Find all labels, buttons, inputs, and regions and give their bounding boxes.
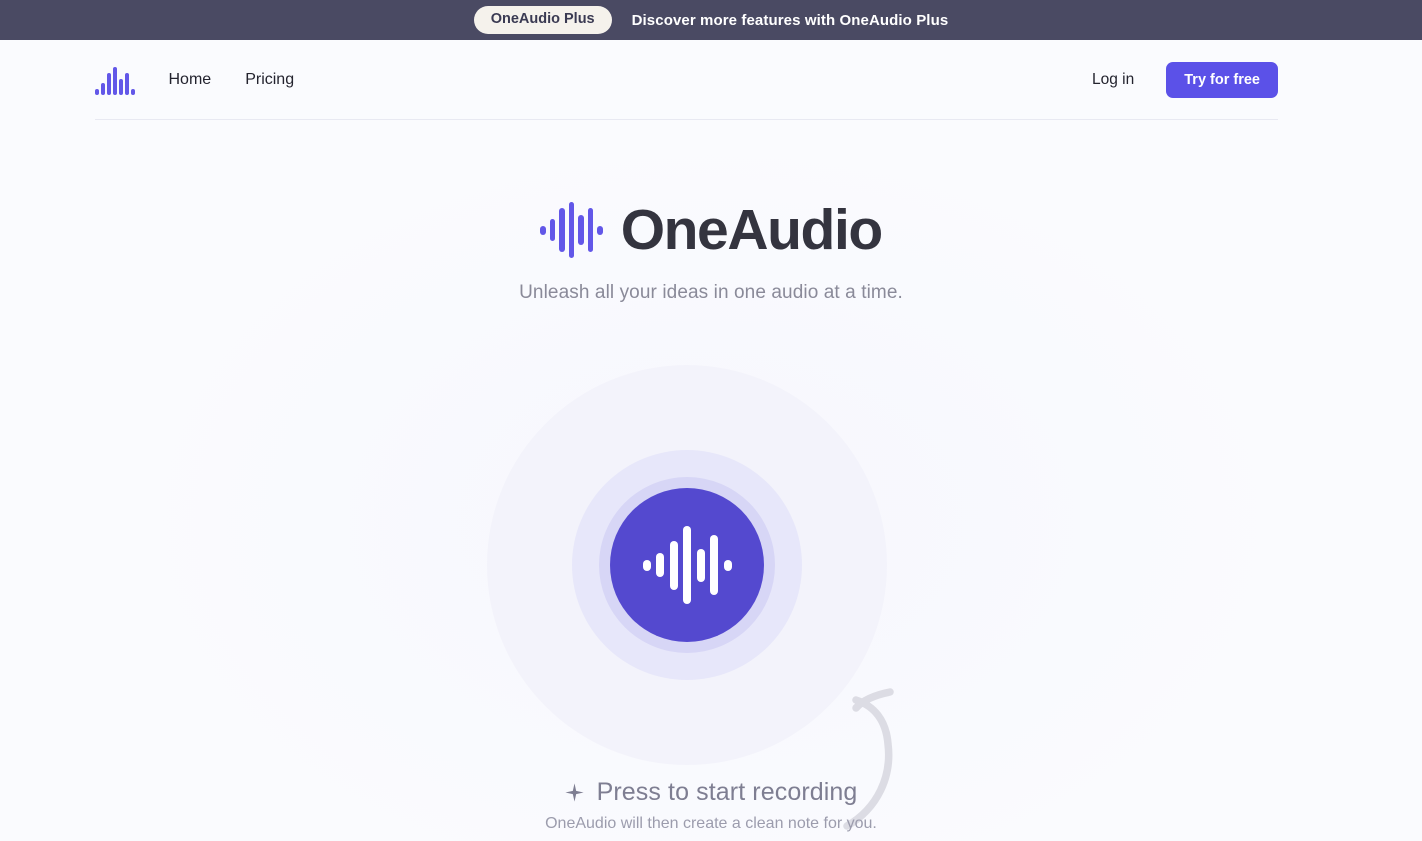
hero-logo-bar: [549, 219, 556, 241]
hero-logo-bar: [540, 225, 546, 235]
prompt-sub-text: OneAudio will then create a clean note f…: [545, 815, 877, 832]
hero-logo-bar: [568, 202, 575, 258]
waveform-icon-bar: [696, 548, 705, 582]
try-for-free-button[interactable]: Try for free: [1166, 61, 1278, 98]
login-link[interactable]: Log in: [1092, 71, 1134, 89]
waveform-icon-bar: [710, 535, 718, 595]
record-button[interactable]: [610, 488, 764, 642]
logo-bar: [95, 88, 99, 95]
logo-bar: [107, 72, 111, 95]
promo-banner: OneAudio Plus Discover more features wit…: [0, 0, 1422, 40]
prompt-main-text: Press to start recording: [596, 778, 858, 806]
logo-bar: [113, 66, 117, 95]
sparkle-icon: [564, 783, 584, 802]
recording-prompt: Press to start recording OneAudio will t…: [0, 778, 1422, 833]
record-button-container: [487, 365, 887, 765]
promo-message: Discover more features with OneAudio Plu…: [631, 11, 949, 29]
nav-right-group: Log in Try for free: [1092, 61, 1278, 98]
promo-pill-badge[interactable]: OneAudio Plus: [473, 6, 612, 34]
hero-subtitle: Unleash all your ideas in one audio at a…: [519, 282, 903, 303]
hero-logo-bar: [587, 208, 594, 252]
brand-waveform-logo-icon[interactable]: [95, 65, 135, 95]
nav-link-home[interactable]: Home: [169, 71, 212, 89]
hero-logo-bar: [559, 208, 565, 252]
main-navigation: Home Pricing Log in Try for free: [95, 40, 1278, 120]
hero-logo-bar: [597, 225, 603, 235]
page-body: Home Pricing Log in Try for free OneAudi…: [0, 40, 1422, 841]
logo-bar: [131, 88, 135, 95]
waveform-icon-bar: [683, 526, 691, 604]
nav-left-group: Home Pricing: [95, 65, 294, 95]
waveform-icon-bar: [723, 559, 732, 571]
nav-link-pricing[interactable]: Pricing: [245, 71, 294, 89]
logo-bar: [119, 78, 123, 95]
logo-bar: [125, 72, 129, 95]
prompt-main-row: Press to start recording: [564, 778, 858, 807]
waveform-icon-bar: [669, 540, 678, 590]
hero-title-row: OneAudio: [0, 200, 1422, 260]
hero-section: OneAudio Unleash all your ideas in one a…: [0, 200, 1422, 304]
page-title: OneAudio: [620, 197, 884, 262]
hero-waveform-logo-icon: [540, 200, 603, 260]
hero-logo-bar: [578, 215, 584, 245]
waveform-icon-bar: [656, 553, 664, 577]
logo-bar: [101, 82, 105, 95]
waveform-icon-bar: [642, 559, 651, 571]
